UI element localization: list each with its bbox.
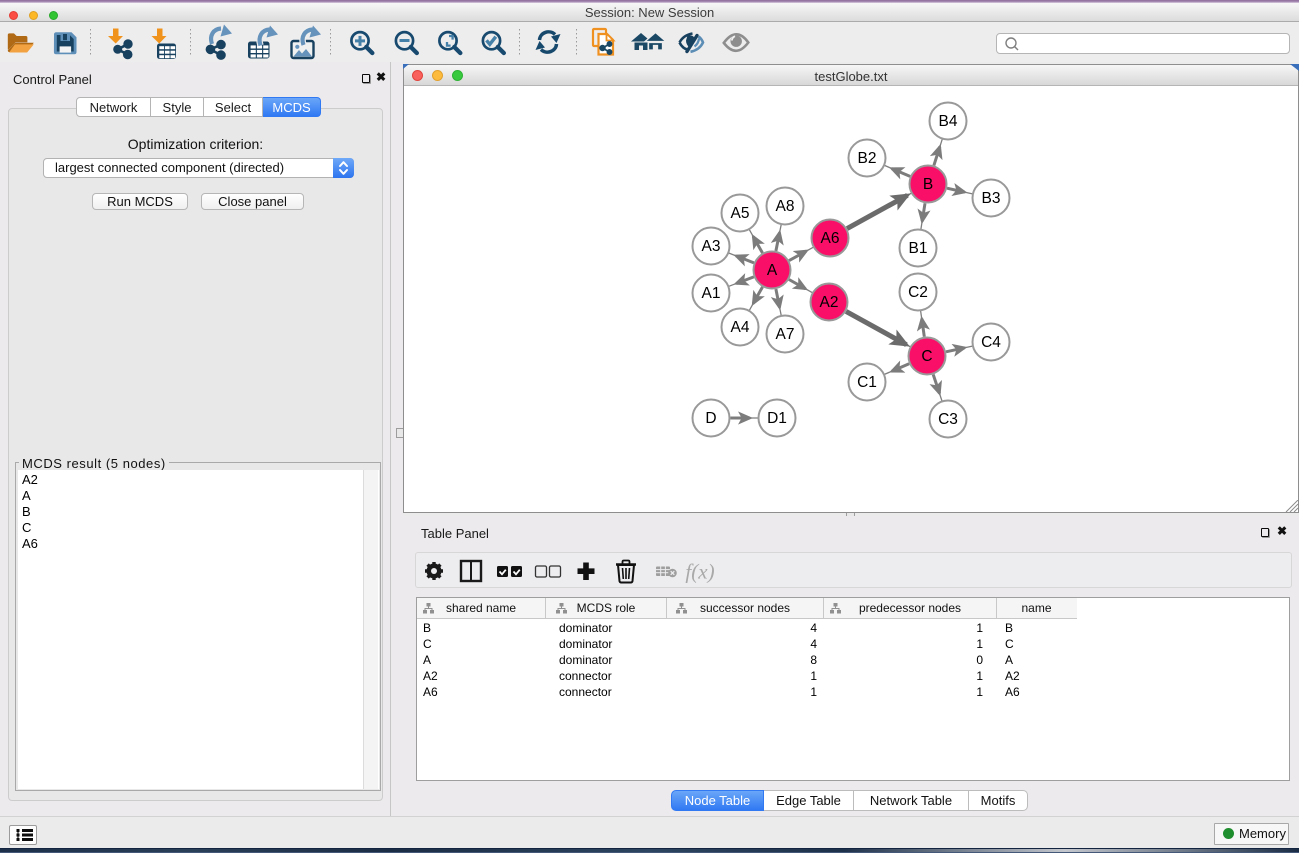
svg-text:C: C bbox=[921, 348, 932, 365]
svg-text:A4: A4 bbox=[731, 319, 750, 336]
svg-text:C1: C1 bbox=[857, 374, 877, 391]
svg-text:A6: A6 bbox=[821, 230, 840, 247]
svg-text:B2: B2 bbox=[858, 150, 877, 167]
svg-text:A7: A7 bbox=[776, 326, 795, 343]
svg-text:A: A bbox=[767, 262, 778, 279]
svg-text:A5: A5 bbox=[731, 205, 750, 222]
svg-text:B3: B3 bbox=[982, 190, 1001, 207]
svg-text:C2: C2 bbox=[908, 284, 928, 301]
svg-text:D: D bbox=[705, 410, 716, 427]
svg-text:A3: A3 bbox=[702, 238, 721, 255]
svg-text:B1: B1 bbox=[909, 240, 928, 257]
svg-text:D1: D1 bbox=[767, 410, 787, 427]
svg-text:B4: B4 bbox=[939, 113, 958, 130]
svg-text:A2: A2 bbox=[820, 294, 839, 311]
svg-text:C4: C4 bbox=[981, 334, 1001, 351]
svg-text:A1: A1 bbox=[702, 285, 721, 302]
svg-text:C3: C3 bbox=[938, 411, 958, 428]
svg-text:A8: A8 bbox=[776, 198, 795, 215]
svg-text:B: B bbox=[923, 176, 933, 193]
svg-text:f(x): f(x) bbox=[685, 560, 714, 584]
